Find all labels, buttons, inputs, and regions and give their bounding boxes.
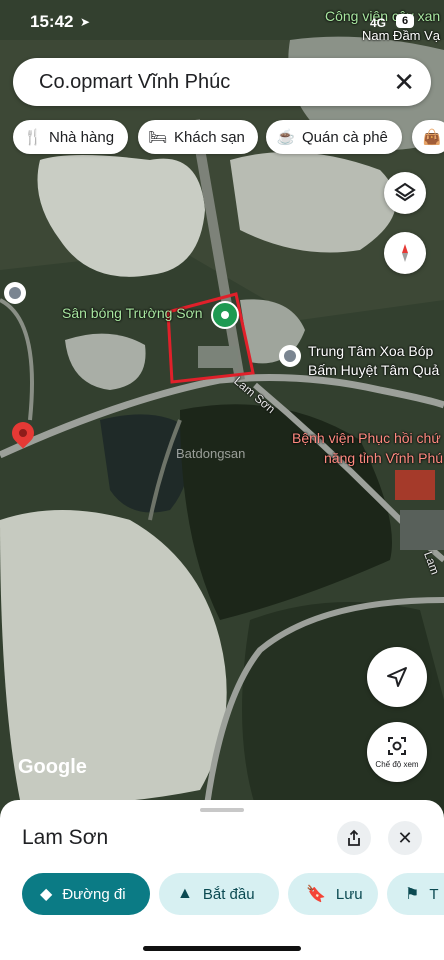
- directions-icon: ◆: [40, 886, 53, 903]
- share-icon: [348, 829, 360, 846]
- start-button[interactable]: ▲ Bắt đầu: [159, 873, 279, 915]
- close-icon[interactable]: ✕: [393, 67, 415, 98]
- place-pin-left[interactable]: [4, 282, 26, 304]
- directions-label: Đường đi: [62, 885, 126, 903]
- home-indicator: [143, 946, 301, 951]
- chip-coffee[interactable]: ☕ Quán cà phê: [266, 120, 402, 154]
- network-indicator: 4G: [370, 16, 387, 30]
- location-services-icon: ➤: [80, 15, 91, 29]
- layers-icon: [394, 182, 416, 202]
- massage-label-line2[interactable]: Bấm Huyệt Tâm Quả: [308, 362, 439, 378]
- camera-scan-icon: [388, 737, 406, 755]
- restaurant-icon: 🍴: [23, 129, 43, 146]
- massage-place-pin[interactable]: [279, 345, 301, 367]
- start-label: Bắt đầu: [202, 885, 255, 903]
- coffee-icon: ☕: [276, 129, 296, 146]
- view-mode-label: Chế độ xem: [375, 760, 419, 769]
- share-button[interactable]: [337, 821, 371, 855]
- chip-label: Khách sạn: [174, 128, 245, 146]
- save-button[interactable]: 🔖 Lưu: [288, 873, 378, 915]
- category-chips: 🍴 Nhà hàng 🛏 Khách sạn ☕ Quán cà phê 👜: [0, 120, 444, 156]
- view-mode-button[interactable]: [367, 722, 427, 782]
- status-bar: 15:42 ➤ 4G 6: [0, 0, 444, 44]
- search-bar[interactable]: Co.opmart Vĩnh Phúc ✕: [13, 58, 431, 106]
- save-label: Lưu: [335, 885, 363, 903]
- chip-label: Nhà hàng: [49, 128, 115, 146]
- chip-restaurants[interactable]: 🍴 Nhà hàng: [13, 120, 128, 154]
- watermark-text: Batdongsan: [176, 446, 246, 461]
- selected-place-pin[interactable]: [211, 301, 239, 329]
- hospital-label-line2[interactable]: năng tỉnh Vĩnh Phú: [324, 450, 443, 466]
- directions-button[interactable]: ◆ Đường đi: [22, 873, 150, 915]
- more-action-button[interactable]: ⚑ T: [387, 873, 444, 915]
- sheet-drag-handle[interactable]: [200, 808, 244, 812]
- shopping-bag-icon: 👜: [422, 129, 442, 146]
- place-bottom-sheet[interactable]: Lam Sơn ✕ ◆ Đường đi ▲ Bắt đầu 🔖 Lưu ⚑ T: [0, 800, 444, 960]
- compass-button[interactable]: [384, 232, 426, 274]
- close-sheet-button[interactable]: ✕: [388, 821, 422, 855]
- more-action-label: T: [429, 885, 439, 903]
- hotel-icon: 🛏: [148, 129, 168, 146]
- compass-icon: [402, 244, 408, 262]
- massage-label-line1[interactable]: Trung Tâm Xoa Bóp: [308, 343, 433, 359]
- close-icon: ✕: [397, 827, 413, 848]
- stadium-label[interactable]: Sân bóng Trường Sơn: [62, 305, 203, 321]
- navigation-arrow-icon: [387, 667, 407, 687]
- chip-hotels[interactable]: 🛏 Khách sạn: [138, 120, 258, 154]
- place-title: Lam Sơn: [22, 826, 109, 849]
- bookmark-icon: 🔖: [306, 886, 326, 903]
- search-query[interactable]: Co.opmart Vĩnh Phúc: [39, 71, 230, 94]
- my-location-button[interactable]: [367, 647, 427, 707]
- chip-label: Quán cà phê: [302, 128, 388, 146]
- chip-shopping[interactable]: 👜: [412, 120, 444, 154]
- flag-icon: ⚑: [405, 886, 420, 903]
- google-logo: Google: [18, 756, 87, 778]
- clock: 15:42: [30, 12, 74, 31]
- battery-icon: 6: [396, 14, 414, 28]
- navigation-icon: ▲: [177, 885, 193, 902]
- layers-button[interactable]: [384, 172, 426, 214]
- hospital-label-line1[interactable]: Bệnh viện Phục hồi chứ: [292, 430, 441, 446]
